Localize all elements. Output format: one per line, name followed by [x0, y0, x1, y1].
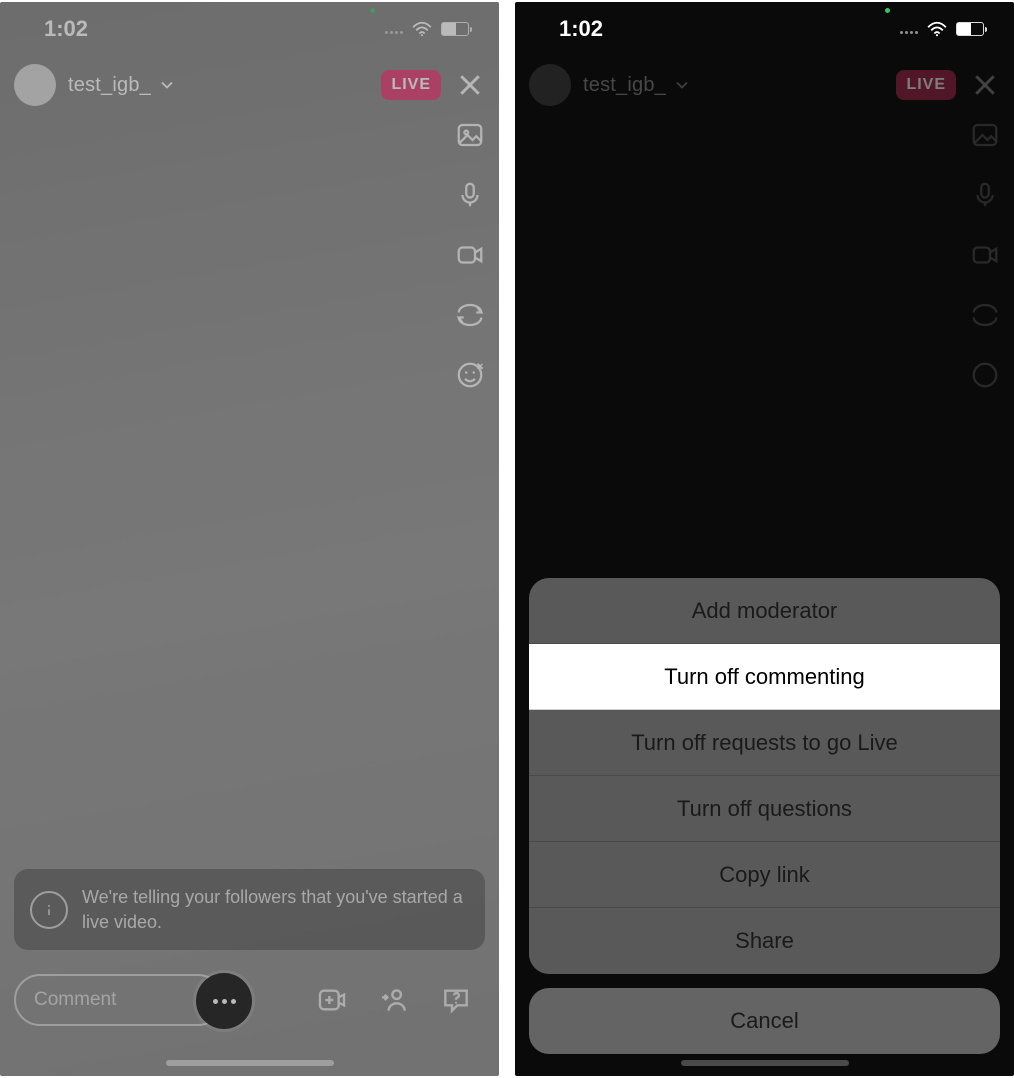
sheet-item-turn-off-questions[interactable]: Turn off questions — [529, 776, 1000, 842]
invite-guest-icon[interactable] — [378, 984, 410, 1016]
more-options-button[interactable] — [196, 973, 252, 1029]
side-toolbar — [455, 120, 485, 390]
comment-input[interactable]: Comment — [14, 974, 224, 1026]
sheet-item-copy-link[interactable]: Copy link — [529, 842, 1000, 908]
chevron-down-icon — [157, 75, 177, 95]
username-text: test_igb_ — [583, 74, 666, 97]
info-banner: We're telling your followers that you've… — [14, 869, 485, 950]
wifi-icon — [411, 21, 433, 37]
status-right-icons — [385, 21, 469, 37]
live-badge: LIVE — [896, 70, 956, 100]
cell-signal-icon — [900, 24, 918, 34]
chevron-down-icon — [672, 75, 692, 95]
home-indicator — [681, 1060, 849, 1066]
avatar[interactable] — [14, 64, 56, 106]
cancel-button[interactable]: Cancel — [529, 988, 1000, 1054]
status-bar: 1:02 — [515, 2, 1014, 50]
sheet-item-turn-off-commenting[interactable]: Turn off commenting — [529, 644, 1000, 710]
username-label[interactable]: test_igb_ — [68, 74, 177, 97]
live-badge: LIVE — [381, 70, 441, 100]
close-icon[interactable] — [455, 70, 485, 100]
add-video-icon[interactable] — [316, 984, 348, 1016]
side-toolbar — [970, 120, 1000, 390]
sheet-item-turn-off-requests[interactable]: Turn off requests to go Live — [529, 710, 1000, 776]
microphone-icon[interactable] — [455, 180, 485, 210]
microphone-icon — [970, 180, 1000, 210]
battery-icon — [441, 22, 469, 36]
info-icon — [30, 891, 68, 929]
close-icon — [970, 70, 1000, 100]
questions-icon[interactable] — [440, 984, 472, 1016]
username-label: test_igb_ — [583, 74, 692, 97]
video-icon — [970, 240, 1000, 270]
switch-camera-icon[interactable] — [455, 300, 485, 330]
status-time: 1:02 — [44, 16, 88, 42]
live-header: test_igb_ LIVE — [515, 50, 1014, 110]
phone-screenshot-right: 1:02 test_igb_ LIVE — [515, 2, 1014, 1076]
recording-indicator-dot — [885, 8, 890, 13]
sheet-item-share[interactable]: Share — [529, 908, 1000, 974]
live-header: test_igb_ LIVE — [0, 50, 499, 110]
battery-icon — [956, 22, 984, 36]
image-icon — [970, 120, 1000, 150]
username-text: test_igb_ — [68, 74, 151, 97]
action-sheet-container: Add moderator Turn off commenting Turn o… — [529, 578, 1000, 1054]
home-indicator — [166, 1060, 334, 1066]
phone-screenshot-left: 1:02 test_igb_ LIVE — [0, 2, 499, 1076]
comment-placeholder: Comment — [34, 989, 116, 1011]
status-time: 1:02 — [559, 16, 603, 42]
cell-signal-icon — [385, 24, 403, 34]
status-bar: 1:02 — [0, 2, 499, 50]
sheet-item-add-moderator[interactable]: Add moderator — [529, 578, 1000, 644]
action-sheet: Add moderator Turn off commenting Turn o… — [529, 578, 1000, 974]
switch-camera-icon — [970, 300, 1000, 330]
face-filter-icon — [970, 360, 1000, 390]
status-right-icons — [900, 21, 984, 37]
image-icon[interactable] — [455, 120, 485, 150]
avatar — [529, 64, 571, 106]
wifi-icon — [926, 21, 948, 37]
face-filter-icon[interactable] — [455, 360, 485, 390]
info-text: We're telling your followers that you've… — [82, 885, 469, 934]
recording-indicator-dot — [370, 8, 375, 13]
video-icon[interactable] — [455, 240, 485, 270]
